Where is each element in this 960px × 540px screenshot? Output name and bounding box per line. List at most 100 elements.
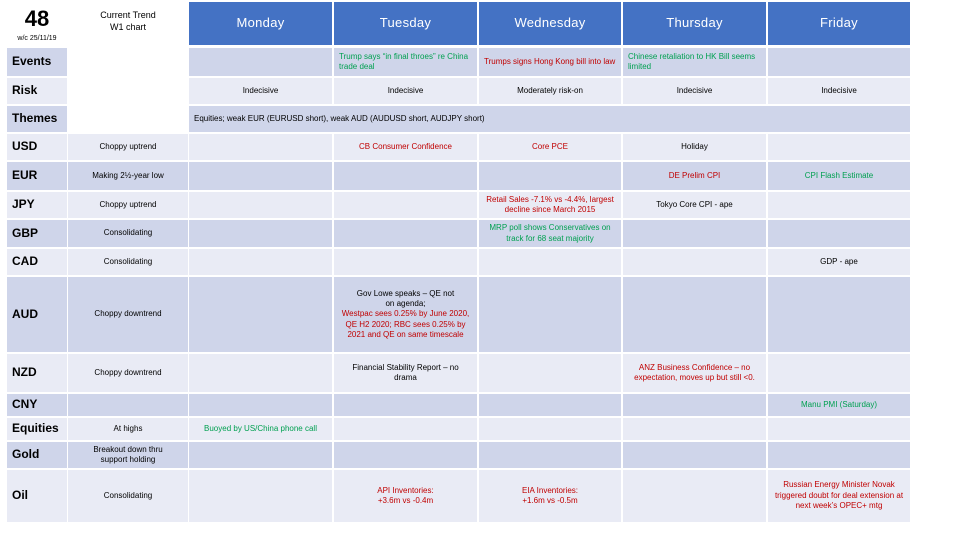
gold-friday <box>768 442 910 468</box>
cad-monday <box>189 249 332 275</box>
gbp-wednesday: MRP poll shows Conservatives on track fo… <box>479 220 621 247</box>
events-thursday: Chinese retaliation to HK Bill seems lim… <box>623 48 766 76</box>
oil-friday: Russian Energy Minister Novak triggered … <box>768 470 910 522</box>
gbp-trend: Consolidating <box>68 220 188 247</box>
row-label-themes: Themes <box>7 106 67 132</box>
aud-friday <box>768 277 910 352</box>
usd-friday <box>768 134 910 160</box>
eur-trend: Making 2½-year low <box>68 162 188 190</box>
row-label-eur: EUR <box>7 162 67 190</box>
gold-wednesday <box>479 442 621 468</box>
usd-tuesday: CB Consumer Confidence <box>334 134 477 160</box>
nzd-thursday: ANZ Business Confidence – no expectation… <box>623 354 766 392</box>
risk-tuesday: Indecisive <box>334 78 477 104</box>
trend-header-line1: Current Trend <box>100 10 156 20</box>
nzd-trend: Choppy downtrend <box>68 354 188 392</box>
oil-tuesday: API Inventories: +3.6m vs -0.4m <box>334 470 477 522</box>
risk-monday: Indecisive <box>189 78 332 104</box>
gbp-friday <box>768 220 910 247</box>
aud-thursday <box>623 277 766 352</box>
gold-trend: Breakout down thru support holding <box>68 442 188 468</box>
row-label-usd: USD <box>7 134 67 160</box>
jpy-tuesday <box>334 192 477 218</box>
nzd-friday <box>768 354 910 392</box>
row-label-equities: Equities <box>7 418 67 440</box>
trend-header-line2: W1 chart <box>109 21 146 32</box>
cad-wednesday <box>479 249 621 275</box>
gold-tuesday <box>334 442 477 468</box>
cny-friday: Manu PMI (Saturday) <box>768 394 910 416</box>
header-wednesday: Wednesday <box>479 2 621 45</box>
row-label-cad: CAD <box>7 249 67 275</box>
oil-thursday <box>623 470 766 522</box>
usd-trend: Choppy uptrend <box>68 134 188 160</box>
eur-thursday: DE Prelim CPI <box>623 162 766 190</box>
row-label-gbp: GBP <box>7 220 67 247</box>
nzd-wednesday <box>479 354 621 392</box>
cny-thursday <box>623 394 766 416</box>
events-tuesday: Trump says “in final throes” re China tr… <box>334 48 477 76</box>
cad-tuesday <box>334 249 477 275</box>
jpy-wednesday: Retail Sales -7.1% vs -4.4%, largest dec… <box>479 192 621 218</box>
events-trend <box>68 48 188 76</box>
row-label-aud: AUD <box>7 277 67 352</box>
events-wednesday: Trumps signs Hong Kong bill into law <box>479 48 621 76</box>
usd-wednesday: Core PCE <box>479 134 621 160</box>
usd-thursday: Holiday <box>623 134 766 160</box>
row-label-nzd: NZD <box>7 354 67 392</box>
aud-tuesday: Gov Lowe speaks – QE not on agenda; West… <box>334 277 477 352</box>
header-friday: Friday <box>768 2 910 45</box>
cny-monday <box>189 394 332 416</box>
oil-monday <box>189 470 332 522</box>
equities-thursday <box>623 418 766 440</box>
cad-trend: Consolidating <box>68 249 188 275</box>
equities-monday: Buoyed by US/China phone call <box>189 418 332 440</box>
themes-trend <box>68 106 188 132</box>
eur-friday: CPI Flash Estimate <box>768 162 910 190</box>
gold-thursday <box>623 442 766 468</box>
aud-trend: Choppy downtrend <box>68 277 188 352</box>
risk-trend <box>68 78 188 104</box>
aud-tuesday-lowe: Gov Lowe speaks – QE not on agenda; <box>356 288 455 308</box>
eur-monday <box>189 162 332 190</box>
trend-header: Current Trend W1 chart <box>68 10 188 33</box>
risk-wednesday: Moderately risk-on <box>479 78 621 104</box>
row-label-risk: Risk <box>7 78 67 104</box>
row-label-cny: CNY <box>7 394 67 416</box>
oil-trend: Consolidating <box>68 470 188 522</box>
jpy-friday <box>768 192 910 218</box>
row-label-jpy: JPY <box>7 192 67 218</box>
week-date: w/c 25/11/19 <box>17 35 57 42</box>
risk-friday: Indecisive <box>768 78 910 104</box>
row-label-oil: Oil <box>7 470 67 522</box>
aud-tuesday-forecasts: Westpac sees 0.25% by June 2020, QE H2 2… <box>341 309 470 340</box>
row-label-events: Events <box>7 48 67 76</box>
cny-trend <box>68 394 188 416</box>
gold-monday <box>189 442 332 468</box>
jpy-thursday: Tokyo Core CPI - ape <box>623 192 766 218</box>
gbp-monday <box>189 220 332 247</box>
nzd-monday <box>189 354 332 392</box>
jpy-trend: Choppy uptrend <box>68 192 188 218</box>
equities-friday <box>768 418 910 440</box>
equities-wednesday <box>479 418 621 440</box>
events-friday <box>768 48 910 76</box>
cad-thursday <box>623 249 766 275</box>
aud-monday <box>189 277 332 352</box>
equities-tuesday <box>334 418 477 440</box>
jpy-monday <box>189 192 332 218</box>
nzd-tuesday: Financial Stability Report – no drama <box>334 354 477 392</box>
week-number: 48 <box>24 6 50 31</box>
oil-wednesday: EIA Inventories: +1.6m vs -0.5m <box>479 470 621 522</box>
events-monday <box>189 48 332 76</box>
risk-thursday: Indecisive <box>623 78 766 104</box>
equities-trend: At highs <box>68 418 188 440</box>
themes-text: Equities; weak EUR (EURUSD short), weak … <box>189 106 910 132</box>
usd-monday <box>189 134 332 160</box>
cny-tuesday <box>334 394 477 416</box>
cad-friday: GDP - ape <box>768 249 910 275</box>
gbp-thursday <box>623 220 766 247</box>
header-monday: Monday <box>189 2 332 45</box>
header-thursday: Thursday <box>623 2 766 45</box>
gbp-tuesday <box>334 220 477 247</box>
